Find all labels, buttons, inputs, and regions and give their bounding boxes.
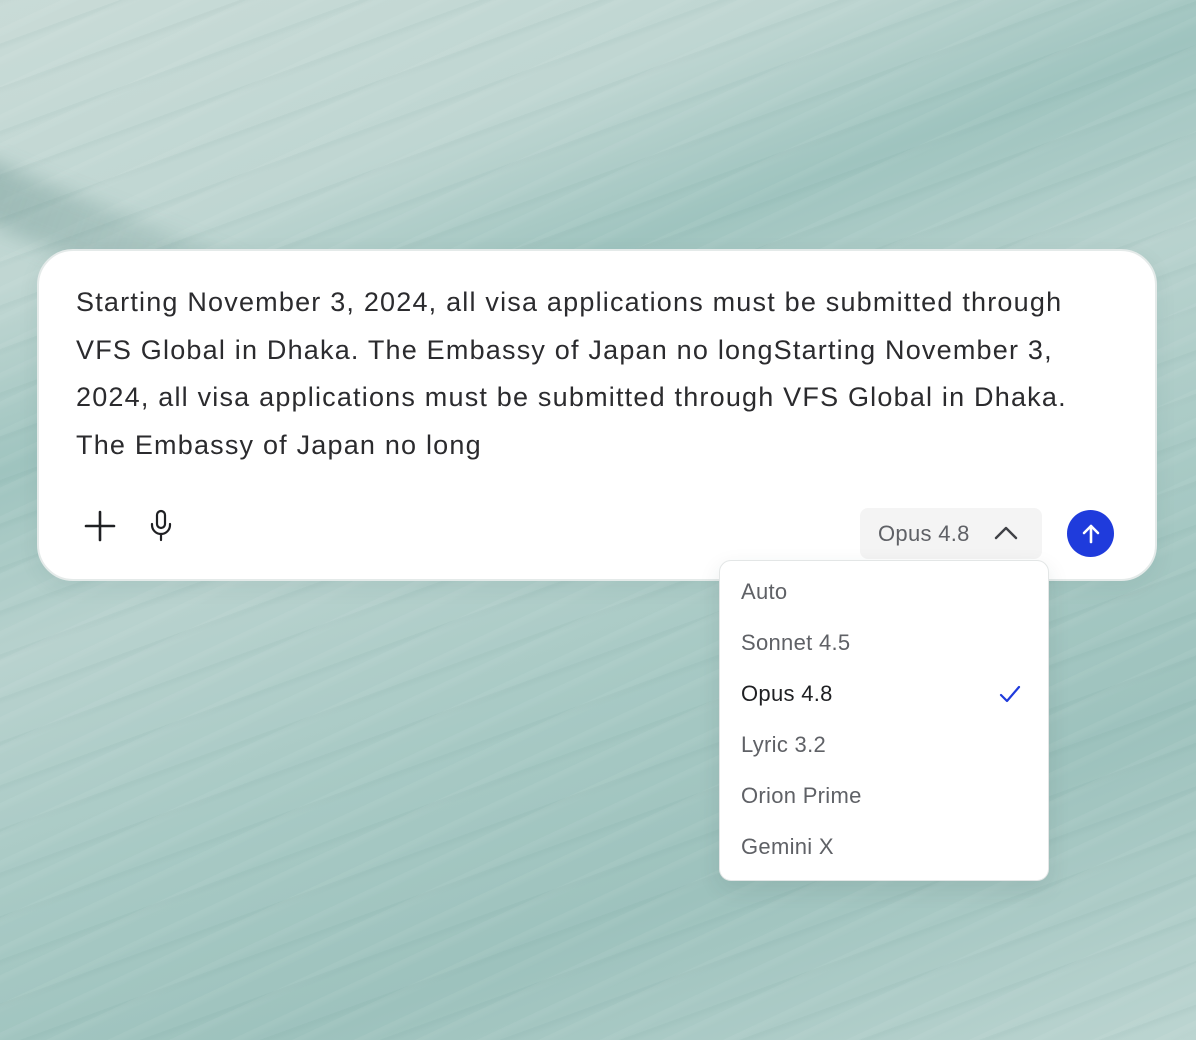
- checkmark-icon: [998, 682, 1022, 706]
- model-option-label: Sonnet 4.5: [741, 630, 851, 655]
- model-option-auto[interactable]: Auto: [720, 569, 1048, 615]
- plus-icon: [84, 510, 116, 542]
- model-option-gemini[interactable]: Gemini X: [720, 824, 1048, 870]
- model-selector-label: Opus 4.8: [878, 520, 970, 546]
- model-option-label: Auto: [741, 579, 788, 604]
- chevron-up-icon: [992, 521, 1020, 545]
- model-option-label: Orion Prime: [741, 783, 862, 808]
- microphone-icon: [150, 509, 172, 542]
- model-option-lyric[interactable]: Lyric 3.2: [720, 722, 1048, 768]
- model-option-orion[interactable]: Orion Prime: [720, 773, 1048, 819]
- arrow-up-icon: [1082, 524, 1099, 543]
- model-option-opus[interactable]: Opus 4.8: [720, 671, 1048, 717]
- chat-composer: Starting November 3, 2024, all visa appl…: [37, 249, 1157, 581]
- model-option-label: Gemini X: [741, 834, 834, 859]
- prompt-input[interactable]: Starting November 3, 2024, all visa appl…: [76, 279, 1116, 469]
- model-selector[interactable]: Opus 4.8: [860, 508, 1042, 559]
- model-option-label: Lyric 3.2: [741, 732, 827, 757]
- model-dropdown-menu: Auto Sonnet 4.5 Opus 4.8 Lyric 3.2 Orion…: [719, 560, 1049, 881]
- send-button[interactable]: [1067, 510, 1114, 557]
- add-attachment-button[interactable]: [79, 505, 121, 547]
- voice-input-button[interactable]: [144, 505, 178, 547]
- model-option-sonnet[interactable]: Sonnet 4.5: [720, 620, 1048, 666]
- model-option-label: Opus 4.8: [741, 681, 833, 706]
